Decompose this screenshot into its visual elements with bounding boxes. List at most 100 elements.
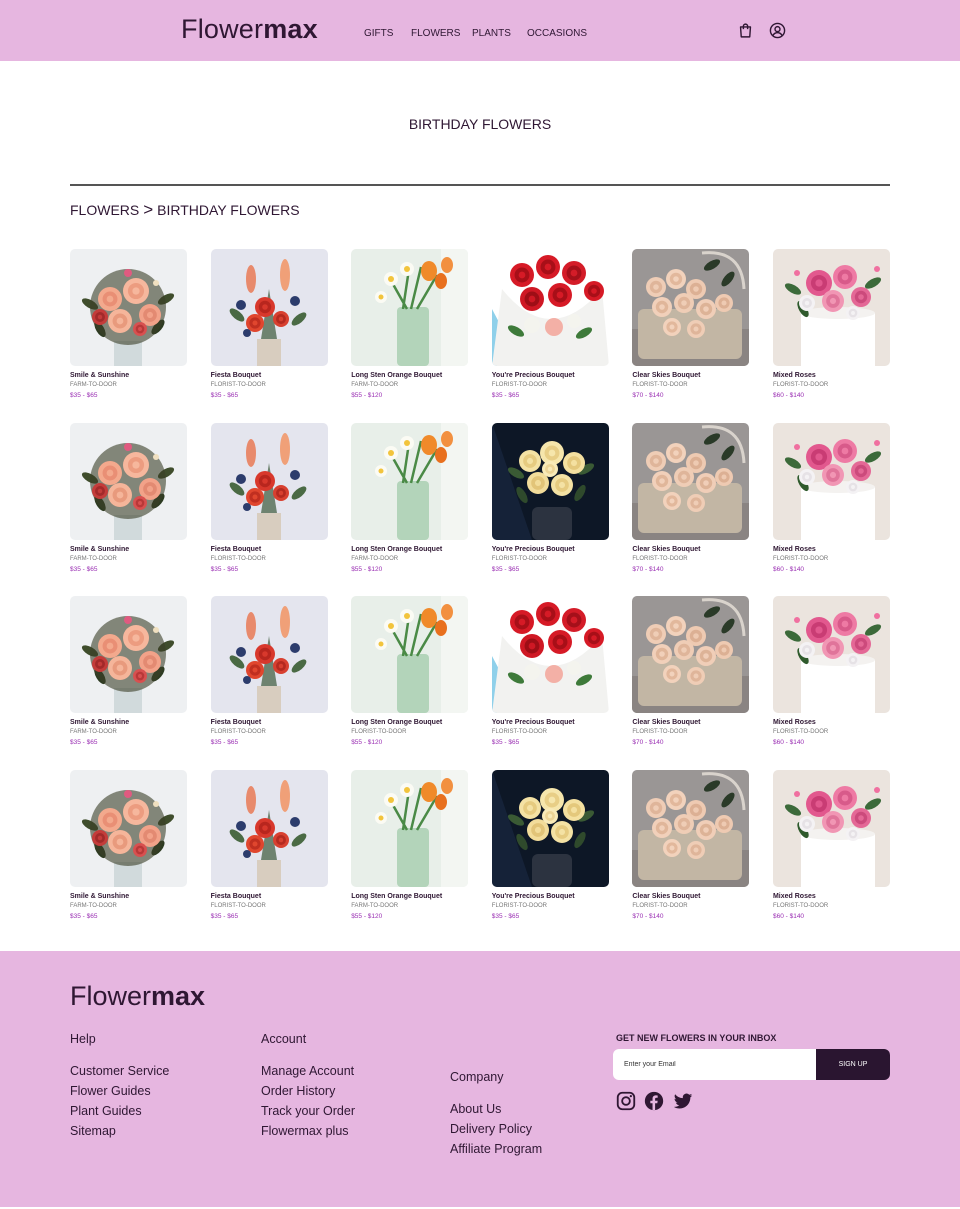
- product-name[interactable]: Long Sten Orange Bouquet: [351, 545, 468, 554]
- product-card[interactable]: Smile & Sunshine FARM-TO-DOOR $35 - $65: [70, 422, 187, 597]
- product-source: FLORIST-TO-DOOR: [210, 902, 266, 909]
- product-name[interactable]: You're Precious Bouquet: [492, 545, 609, 554]
- product-name[interactable]: Smile & Sunshine: [70, 892, 187, 901]
- instagram-icon[interactable]: [615, 1090, 637, 1112]
- shopping-bag-icon[interactable]: [737, 22, 754, 39]
- footer-link-flower-guides[interactable]: Flower Guides: [70, 1081, 169, 1101]
- product-card[interactable]: You're Precious Bouquet FLORIST-TO-DOOR …: [491, 249, 609, 423]
- product-image[interactable]: [70, 249, 187, 366]
- product-card[interactable]: You're Precious Bouquet FLORIST-TO-DOOR …: [491, 769, 609, 944]
- footer-link-plant-guides[interactable]: Plant Guides: [70, 1101, 169, 1121]
- product-card[interactable]: You're Precious Bouquet FLORIST-TO-DOOR …: [491, 596, 609, 770]
- product-image[interactable]: [491, 249, 609, 366]
- product-card[interactable]: Fiesta Bouquet FLORIST-TO-DOOR $35 - $65: [210, 422, 328, 597]
- product-image[interactable]: [491, 596, 609, 714]
- footer-logo[interactable]: Flowermax: [70, 981, 205, 1012]
- product-card[interactable]: Mixed Roses FLORIST-TO-DOOR $60 - $140: [772, 249, 890, 423]
- product-image[interactable]: [772, 249, 890, 366]
- divider: [70, 184, 890, 186]
- product-name[interactable]: Fiesta Bouquet: [211, 892, 328, 901]
- nav-plants[interactable]: PLANTS: [472, 28, 511, 39]
- product-name[interactable]: Long Sten Orange Bouquet: [351, 718, 468, 727]
- footer-link-manage-account[interactable]: Manage Account: [261, 1061, 355, 1081]
- footer-link-flowermax-plus[interactable]: Flowermax plus: [261, 1121, 355, 1141]
- product-image[interactable]: [632, 769, 750, 887]
- product-name[interactable]: Mixed Roses: [773, 371, 890, 380]
- product-name[interactable]: You're Precious Bouquet: [492, 718, 609, 727]
- product-card[interactable]: Fiesta Bouquet FLORIST-TO-DOOR $35 - $65: [210, 769, 328, 944]
- product-card[interactable]: Mixed Roses FLORIST-TO-DOOR $60 - $140: [772, 596, 890, 770]
- product-card[interactable]: Clear Skies Bouquet FLORIST-TO-DOOR $70 …: [632, 422, 750, 597]
- product-card[interactable]: Smile & Sunshine FARM-TO-DOOR $35 - $65: [70, 769, 187, 944]
- product-image[interactable]: [210, 596, 328, 714]
- breadcrumb-birthday-flowers[interactable]: BIRTHDAY FLOWERS: [157, 202, 299, 218]
- product-image[interactable]: [210, 422, 328, 540]
- product-name[interactable]: You're Precious Bouquet: [492, 371, 609, 380]
- product-name[interactable]: Fiesta Bouquet: [211, 371, 328, 380]
- product-name[interactable]: Clear Skies Bouquet: [632, 545, 749, 554]
- logo[interactable]: Flowermax: [181, 14, 318, 45]
- account-icon[interactable]: [769, 22, 786, 39]
- product-card[interactable]: Mixed Roses FLORIST-TO-DOOR $60 - $140: [772, 769, 890, 944]
- product-name[interactable]: Smile & Sunshine: [70, 718, 187, 727]
- product-card[interactable]: Long Sten Orange Bouquet FARM-TO-DOOR $5…: [351, 249, 469, 423]
- product-image[interactable]: [491, 769, 609, 887]
- footer-link-track-order[interactable]: Track your Order: [261, 1101, 355, 1121]
- product-card[interactable]: Long Sten Orange Bouquet FARM-TO-DOOR $5…: [351, 769, 469, 944]
- product-image[interactable]: [632, 596, 750, 714]
- product-name[interactable]: Smile & Sunshine: [70, 545, 187, 554]
- product-name[interactable]: Mixed Roses: [773, 718, 890, 727]
- product-image[interactable]: [632, 249, 750, 366]
- product-image[interactable]: [351, 596, 469, 714]
- nav-gifts[interactable]: GIFTS: [364, 28, 393, 39]
- footer-link-about-us[interactable]: About Us: [450, 1099, 542, 1119]
- nav-occasions[interactable]: OCCASIONS: [527, 28, 587, 39]
- product-card[interactable]: Fiesta Bouquet FLORIST-TO-DOOR $35 - $65: [210, 596, 328, 770]
- product-image[interactable]: [351, 422, 469, 540]
- product-name[interactable]: Clear Skies Bouquet: [632, 371, 749, 380]
- product-name[interactable]: Long Sten Orange Bouquet: [351, 892, 468, 901]
- twitter-icon[interactable]: [672, 1090, 694, 1112]
- product-image[interactable]: [351, 769, 469, 887]
- newsletter-email-input[interactable]: [613, 1049, 818, 1080]
- product-name[interactable]: Fiesta Bouquet: [211, 545, 328, 554]
- footer-link-delivery-policy[interactable]: Delivery Policy: [450, 1119, 542, 1139]
- product-image[interactable]: [772, 769, 890, 887]
- product-name[interactable]: Smile & Sunshine: [70, 371, 187, 380]
- breadcrumb-flowers[interactable]: FLOWERS: [70, 202, 139, 218]
- product-name[interactable]: Mixed Roses: [773, 892, 890, 901]
- product-image[interactable]: [491, 422, 609, 540]
- newsletter-signup-button[interactable]: SIGN UP: [816, 1049, 890, 1080]
- product-image[interactable]: [772, 596, 890, 714]
- product-name[interactable]: Clear Skies Bouquet: [632, 892, 749, 901]
- footer-link-affiliate-program[interactable]: Affiliate Program: [450, 1139, 542, 1159]
- product-card[interactable]: Mixed Roses FLORIST-TO-DOOR $60 - $140: [772, 422, 890, 597]
- product-name[interactable]: You're Precious Bouquet: [492, 892, 609, 901]
- product-image[interactable]: [70, 769, 187, 887]
- product-card[interactable]: Clear Skies Bouquet FLORIST-TO-DOOR $70 …: [632, 769, 750, 944]
- product-image[interactable]: [351, 249, 469, 366]
- product-card[interactable]: Clear Skies Bouquet FLORIST-TO-DOOR $70 …: [632, 596, 750, 770]
- product-image[interactable]: [210, 249, 328, 366]
- product-image[interactable]: [70, 422, 187, 540]
- product-card[interactable]: Smile & Sunshine FARM-TO-DOOR $35 - $65: [70, 596, 187, 770]
- product-card[interactable]: Long Sten Orange Bouquet FLORIST-TO-DOOR…: [351, 596, 469, 770]
- nav-flowers[interactable]: FLOWERS: [411, 28, 460, 39]
- product-name[interactable]: Long Sten Orange Bouquet: [351, 371, 468, 380]
- footer-link-order-history[interactable]: Order History: [261, 1081, 355, 1101]
- product-card[interactable]: Fiesta Bouquet FLORIST-TO-DOOR $35 - $65: [210, 249, 328, 423]
- product-image[interactable]: [772, 422, 890, 540]
- footer-link-customer-service[interactable]: Customer Service: [70, 1061, 169, 1081]
- product-card[interactable]: Smile & Sunshine FARM-TO-DOOR $35 - $65: [70, 249, 187, 423]
- product-card[interactable]: Clear Skies Bouquet FLORIST-TO-DOOR $70 …: [632, 249, 750, 423]
- product-image[interactable]: [70, 596, 187, 714]
- facebook-icon[interactable]: [643, 1090, 665, 1112]
- product-image[interactable]: [632, 422, 750, 540]
- product-card[interactable]: Long Sten Orange Bouquet FARM-TO-DOOR $5…: [351, 422, 469, 597]
- product-name[interactable]: Mixed Roses: [773, 545, 890, 554]
- product-name[interactable]: Fiesta Bouquet: [211, 718, 328, 727]
- product-image[interactable]: [210, 769, 328, 887]
- product-name[interactable]: Clear Skies Bouquet: [632, 718, 749, 727]
- product-card[interactable]: You're Precious Bouquet FLORIST-TO-DOOR …: [491, 422, 609, 597]
- footer-link-sitemap[interactable]: Sitemap: [70, 1121, 169, 1141]
